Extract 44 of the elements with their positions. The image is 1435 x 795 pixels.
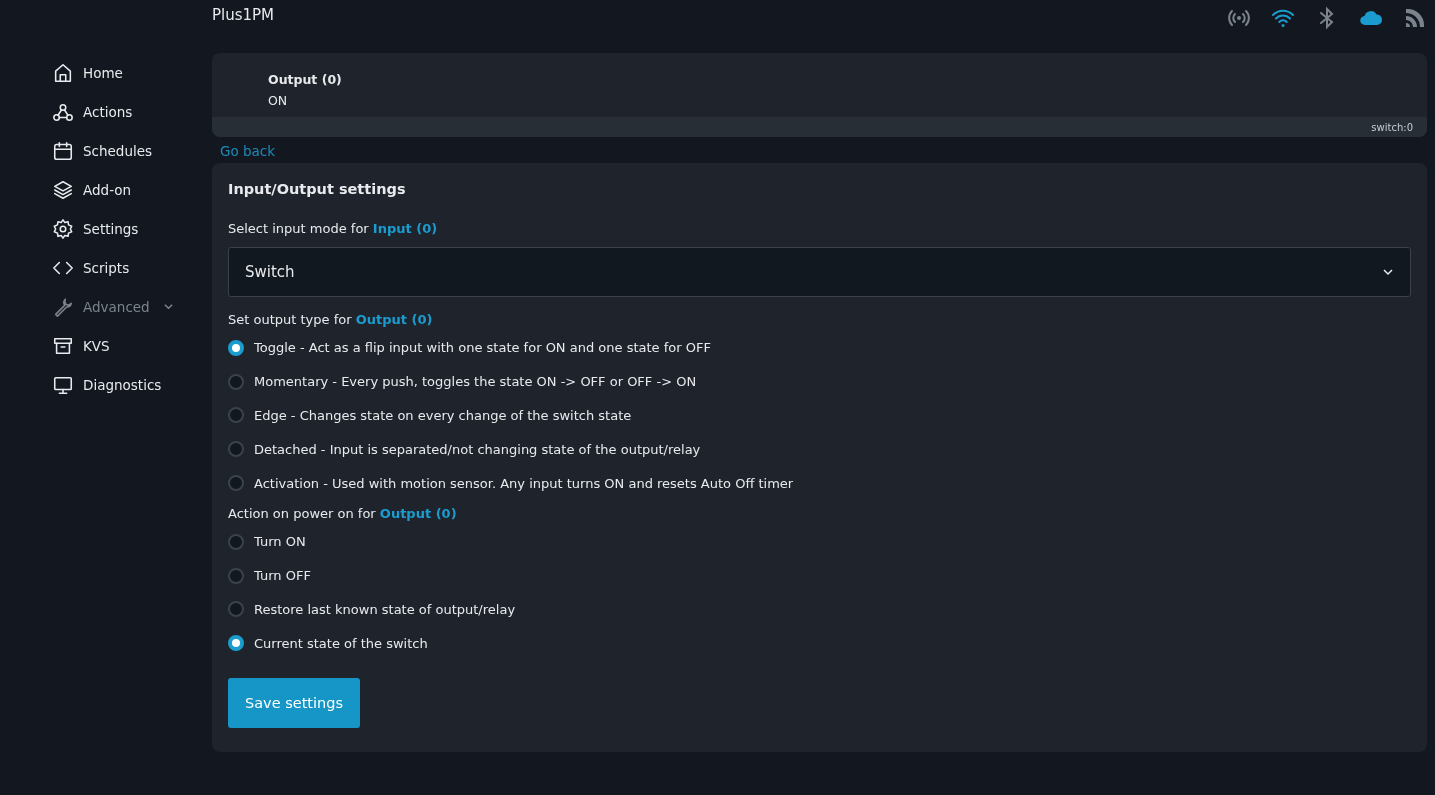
home-icon	[52, 61, 74, 84]
radio-label[interactable]: Current state of the switch	[254, 635, 428, 651]
device-title: Plus1PM	[212, 6, 275, 24]
radio-button[interactable]	[228, 373, 244, 390]
go-back-link[interactable]: Go back	[220, 143, 276, 159]
input-mode-select[interactable]: Switch	[228, 247, 1411, 297]
radio-button[interactable]	[228, 475, 244, 492]
radio-label[interactable]: Restore last known state of output/relay	[254, 601, 516, 617]
radio-label[interactable]: Toggle - Act as a flip input with one state for ON and one state for OFF	[254, 340, 711, 356]
sidebar-item[interactable]: Scripts	[0, 248, 212, 287]
radio-label[interactable]: Activation - Used with motion sensor. Any input turns ON and resets Auto Off timer	[254, 475, 794, 491]
sidebar-item[interactable]: Add-on	[0, 170, 212, 209]
field-label: Select input mode for Input (0)	[228, 221, 439, 236]
sidebar-item[interactable]: Schedules	[0, 131, 212, 170]
sidebar-item[interactable]: Settings	[0, 209, 212, 248]
calendar-icon	[52, 139, 74, 162]
sidebar-item[interactable]: Home	[0, 53, 212, 92]
chevron-down-icon	[162, 301, 174, 312]
radio-button[interactable]	[228, 339, 244, 356]
radio-button[interactable]	[228, 601, 244, 618]
radio-button[interactable]	[228, 635, 244, 652]
output-name: Output (0)	[268, 72, 343, 87]
radio-label[interactable]: Turn ON	[254, 534, 306, 550]
radio-label[interactable]: Edge - Changes state on every change of the switch state	[254, 408, 632, 423]
radio-button[interactable]	[228, 407, 244, 424]
field-label: Set output type for Output (0)	[228, 312, 434, 327]
output-state: ON	[268, 93, 289, 108]
radio-button[interactable]	[228, 533, 244, 550]
rss-icon[interactable]	[1403, 6, 1427, 30]
sidebar-item[interactable]: KVS	[0, 326, 212, 365]
layers-icon	[52, 178, 74, 201]
sidebar-item[interactable]: Diagnostics	[0, 365, 212, 404]
settings-icon	[52, 217, 74, 240]
component-id: switch:0	[1371, 121, 1413, 133]
section-title: Input/Output settings	[228, 181, 407, 197]
radio-button[interactable]	[228, 567, 244, 584]
sidebar-item[interactable]: Actions	[0, 92, 212, 131]
wrench-icon	[52, 295, 74, 318]
radio-label[interactable]: Turn OFF	[254, 568, 311, 584]
radio-label[interactable]: Momentary - Every push, toggles the state ON -> OFF or OFF -> ON	[254, 374, 697, 390]
radio-button[interactable]	[228, 441, 244, 458]
field-label: Action on power on for Output (0)	[228, 506, 458, 521]
radio-label[interactable]: Detached - Input is separated/not changing state of the output/relay	[254, 441, 701, 457]
chevron-down-icon	[1382, 266, 1394, 278]
